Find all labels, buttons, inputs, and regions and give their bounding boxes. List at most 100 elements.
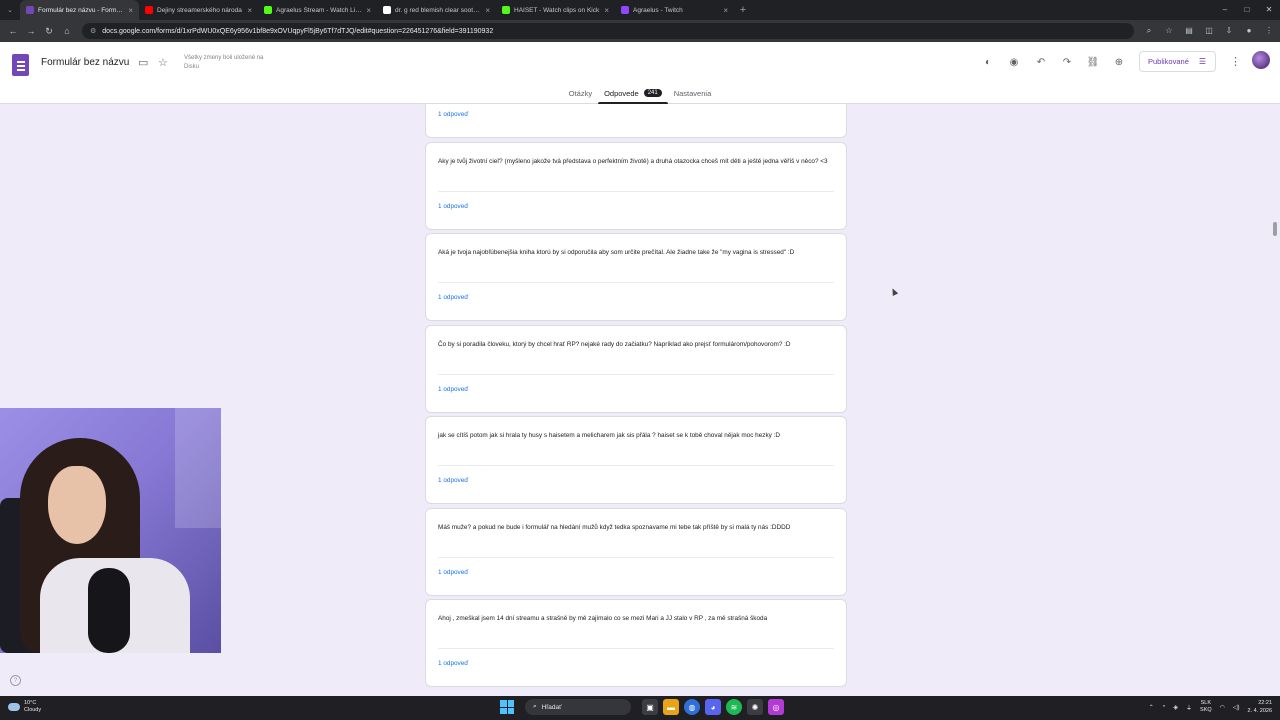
language-indicator[interactable]: SLK SKQ	[1200, 700, 1212, 714]
publish-button[interactable]: Publikované ☰	[1139, 51, 1216, 72]
profile-icon[interactable]: ●	[1242, 26, 1256, 36]
steelseries-icon[interactable]: ✺	[747, 699, 763, 715]
file-explorer-icon[interactable]: ▬	[663, 699, 679, 715]
tray-app-icon[interactable]: ◔	[1162, 704, 1166, 710]
publish-settings-icon: ☰	[1198, 57, 1207, 66]
webcam-overlay	[0, 408, 221, 653]
scrollbar-thumb[interactable]	[1273, 222, 1277, 236]
response-count-link[interactable]: 1 odpoveď	[438, 660, 468, 667]
browser-tab[interactable]: Agraelus Stream - Watch Live o ×	[258, 0, 377, 20]
save-status: Všetky zmeny boli uložené na Disku	[184, 55, 264, 70]
home-icon[interactable]: ⌂	[58, 26, 76, 36]
star-icon[interactable]: ☆	[158, 56, 168, 69]
tab-favicon-icon	[264, 6, 272, 14]
card-divider	[438, 556, 834, 558]
tray-network-icon[interactable]: ◈	[1173, 704, 1178, 711]
new-tab-button[interactable]: +	[734, 4, 752, 16]
response-card[interactable]: jak se cítíš potom jak si hrala ty husy …	[425, 416, 847, 504]
add-collaborator-icon[interactable]: ⊕	[1111, 54, 1127, 70]
webcam-person-face	[48, 466, 106, 544]
response-count-link[interactable]: 1 odpoveď	[438, 203, 468, 210]
response-card[interactable]: debil sa nějaký tyzdňov pravidlá :(1 odp…	[425, 104, 847, 138]
card-divider	[438, 648, 834, 649]
sidepanel-icon[interactable]: ◫	[1202, 26, 1216, 36]
wifi-icon[interactable]: ◠	[1220, 704, 1225, 711]
tab-search-icon[interactable]: ⌄	[0, 0, 20, 20]
extensions-icon[interactable]: ▤	[1182, 26, 1196, 36]
obs-icon[interactable]: ◎	[768, 699, 784, 715]
browser-tab[interactable]: Formulár bez názvu - Formulár ×	[20, 0, 139, 20]
response-card[interactable]: Aky je tvůj životní cieľ? (myšleno jakož…	[425, 141, 847, 230]
response-count-link[interactable]: 1 odpoveď	[438, 477, 468, 484]
tab-questions[interactable]: Otázky	[563, 82, 598, 104]
browser-tab[interactable]: Agraelus - Twitch ×	[615, 0, 734, 20]
tab-close-icon[interactable]: ×	[247, 6, 252, 15]
response-card[interactable]: Máš muže? a pokud ne bude i formulář na …	[425, 507, 847, 596]
lang-bottom: SKQ	[1200, 707, 1212, 713]
webcam-background-light	[175, 408, 221, 528]
tab-close-icon[interactable]: ×	[485, 6, 490, 15]
form-title[interactable]: Formulár bez názvu	[41, 57, 129, 68]
response-card[interactable]: Aká je tvoja najobľúbenejšia kniha ktorú…	[425, 233, 847, 321]
tab-close-icon[interactable]: ×	[366, 6, 371, 15]
link-icon[interactable]: ⛓	[1085, 54, 1101, 70]
question-text: Ahoj , zmeškal jsem 14 dní streamu a str…	[438, 615, 768, 622]
more-options-icon[interactable]: ⋮	[1230, 55, 1241, 68]
undo-icon[interactable]: ↶	[1033, 54, 1049, 70]
site-info-icon[interactable]: ⚙	[90, 27, 96, 35]
address-bar[interactable]: ⚙ docs.google.com/forms/d/1xrPdWU0xQE6y9…	[82, 23, 1134, 39]
forms-logo-icon[interactable]	[12, 54, 29, 76]
volume-icon[interactable]: ◁)	[1233, 704, 1240, 711]
tab-favicon-icon	[145, 6, 153, 14]
windows-start-icon[interactable]	[500, 700, 514, 714]
tray-chevron-icon[interactable]: ⌃	[1149, 704, 1154, 711]
reload-icon[interactable]: ↻	[40, 26, 58, 37]
download-icon[interactable]: ⇩	[1222, 26, 1236, 36]
help-icon[interactable]: ?	[10, 675, 21, 686]
redo-icon[interactable]: ↷	[1059, 54, 1075, 70]
response-count-link[interactable]: 1 odpoveď	[438, 111, 468, 118]
response-count-link[interactable]: 1 odpoveď	[438, 386, 468, 393]
tray-mic-icon[interactable]: ⏚	[1186, 703, 1192, 712]
tab-favicon-icon	[26, 6, 34, 14]
customize-theme-icon[interactable]: ◐	[980, 54, 996, 70]
maximize-button[interactable]: □	[1236, 0, 1258, 20]
url-text: docs.google.com/forms/d/1xrPdWU0xQE6y956…	[102, 27, 494, 35]
card-divider	[438, 373, 834, 375]
move-to-folder-icon[interactable]: ▭	[138, 56, 148, 69]
tab-close-icon[interactable]: ×	[128, 6, 133, 15]
tab-favicon-icon	[502, 6, 510, 14]
response-card[interactable]: Čo by si poradila človeku, ktorý by chce…	[425, 324, 847, 413]
browser-menu-icon[interactable]: ⋮	[1262, 26, 1276, 36]
browser-tab[interactable]: dr. g red blemish clear soothin ×	[377, 0, 496, 20]
preview-eye-icon[interactable]: ◉	[1006, 54, 1022, 70]
discord-icon[interactable]: ◕	[705, 699, 721, 715]
back-icon[interactable]: ←	[4, 26, 22, 36]
weather-widget[interactable]: 10°C Cloudy	[8, 700, 41, 714]
spotify-icon[interactable]: ≋	[726, 699, 742, 715]
forward-icon[interactable]: →	[22, 26, 40, 36]
browser-toolbar: ← → ↻ ⌂ ⚙ docs.google.com/forms/d/1xrPdW…	[0, 20, 1280, 42]
task-view-icon[interactable]: ▣	[642, 699, 658, 715]
chrome-icon[interactable]: ◍	[684, 699, 700, 715]
taskbar: 10°C Cloudy ⌕ Hľadať ▣ ▬ ◍ ◕ ≋ ✺ ◎ ⌃ ◔ ◈…	[0, 696, 1280, 720]
avatar[interactable]	[1252, 51, 1270, 69]
clock[interactable]: 22:21 2. 4. 2026	[1248, 699, 1272, 715]
close-window-button[interactable]: ✕	[1258, 0, 1280, 20]
tab-responses[interactable]: Odpovede 241	[598, 82, 668, 104]
bookmark-star-icon[interactable]: ☆	[1162, 26, 1176, 36]
tab-title: HAISET - Watch clips on Kick	[514, 6, 600, 14]
clock-time: 22:21	[1258, 700, 1272, 706]
minimize-button[interactable]: –	[1214, 0, 1236, 20]
zoom-icon[interactable]: ⌕	[1142, 26, 1156, 36]
tab-close-icon[interactable]: ×	[723, 6, 728, 15]
taskbar-search[interactable]: ⌕ Hľadať	[525, 699, 631, 715]
card-divider	[438, 465, 834, 466]
tab-close-icon[interactable]: ×	[604, 6, 609, 15]
response-count-link[interactable]: 1 odpoveď	[438, 569, 468, 576]
tab-settings[interactable]: Nastavenia	[668, 82, 718, 104]
browser-tab[interactable]: Dejiny streamerského národa ×	[139, 0, 258, 20]
browser-tab[interactable]: HAISET - Watch clips on Kick ×	[496, 0, 615, 20]
response-card[interactable]: Ahoj , zmeškal jsem 14 dní streamu a str…	[425, 599, 847, 687]
response-count-link[interactable]: 1 odpoveď	[438, 294, 468, 301]
